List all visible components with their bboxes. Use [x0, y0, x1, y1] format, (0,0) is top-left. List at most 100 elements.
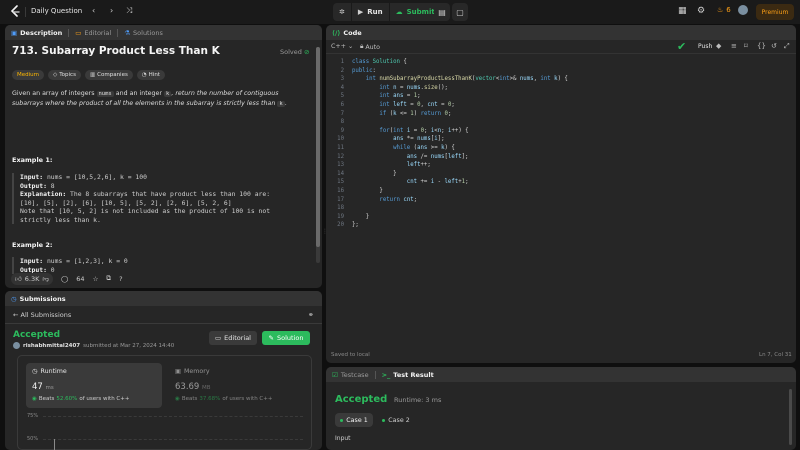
thumbs-down-icon[interactable]: 👎︎ [42, 275, 49, 283]
tab-test-result-label: Test Result [393, 370, 434, 379]
share-icon[interactable]: ⧉ [106, 274, 111, 283]
problem-title: 713. Subarray Product Less Than K [12, 45, 220, 57]
solved-status: Solved ⊘ [280, 48, 309, 56]
code-text: int n = nums.size(); [379, 84, 448, 91]
code-line[interactable]: 5 int ans = 1; [326, 92, 796, 101]
tab-editorial[interactable]: ▭ Editorial [75, 29, 111, 37]
format-icon[interactable]: ≡ [731, 42, 737, 50]
editorial-button[interactable]: ▭ Editorial [209, 331, 257, 345]
companies-tag[interactable]: ▥ Companies [84, 70, 133, 80]
code-line[interactable]: 18 [326, 204, 796, 213]
auto-mode[interactable]: 🔒︎ Auto [360, 43, 380, 51]
daily-question-title[interactable]: Daily Question [31, 7, 82, 15]
line-number: 7 [340, 110, 344, 117]
leetcode-logo-icon[interactable] [9, 5, 21, 18]
test-status: Accepted [335, 394, 388, 405]
code-line[interactable]: 14 } [326, 170, 796, 179]
input-value: nums = [10,5,2,6], k = 100 [43, 173, 147, 181]
divider [25, 7, 26, 17]
next-question-icon[interactable]: › [110, 6, 113, 15]
difficulty-badge[interactable]: Medium [12, 70, 44, 80]
line-number: 2 [340, 67, 344, 74]
check-icon: ✔ [677, 40, 687, 53]
case-1-tab[interactable]: Case 1 [335, 413, 373, 427]
code-line[interactable]: 13 left++; [326, 161, 796, 170]
building-icon: ▥ [89, 72, 96, 78]
premium-button[interactable]: Premium [756, 4, 794, 20]
avatar[interactable] [738, 5, 748, 15]
tab-solutions[interactable]: ⚗ Solutions [124, 29, 163, 37]
scrollbar-thumb[interactable] [316, 47, 320, 247]
link-icon[interactable]: ⚭ [308, 311, 314, 319]
help-icon[interactable]: ? [119, 275, 122, 283]
solution-button[interactable]: ✎ Solution [262, 331, 310, 345]
code-line[interactable]: 12 ans /= nums[left]; [326, 153, 796, 162]
shuffle-icon[interactable]: ⤨ [126, 6, 132, 16]
tab-solutions-label: Solutions [133, 28, 163, 37]
bookmark-icon[interactable]: ⌑ [744, 42, 748, 50]
notes-button[interactable]: ▤ [434, 3, 450, 21]
language-select[interactable]: C++ ⌄ [331, 43, 353, 50]
hint-tag[interactable]: ◔ Hint [136, 70, 165, 80]
streak-counter[interactable]: ♨ 6 [717, 6, 731, 14]
inline-code: nums [96, 91, 114, 97]
username[interactable]: rishabhmittal2407 [23, 343, 80, 349]
all-submissions-link[interactable]: ← All Submissions [13, 311, 71, 319]
streak-count: 6 [726, 6, 731, 14]
tab-description[interactable]: ▣ Description [11, 29, 62, 37]
code-line[interactable]: 11 while (ans >= k) { [326, 144, 796, 153]
code-line[interactable]: 9 for(int i = 0; i<n; i++) { [326, 127, 796, 136]
topics-tag[interactable]: ◇ Topics [48, 70, 81, 80]
run-button[interactable]: ▶ Run [352, 3, 389, 21]
example-1-block: Input: nums = [10,5,2,6], k = 100 Output… [12, 173, 270, 224]
submission-status: Accepted [13, 330, 61, 340]
tab-submissions[interactable]: ◷ Submissions [11, 295, 66, 303]
code-line[interactable]: 2 public: [326, 67, 796, 76]
code-text: } [352, 188, 383, 194]
comment-button[interactable]: ▢ [452, 3, 468, 21]
reset-icon[interactable]: ↺ [771, 42, 777, 50]
memory-beats-percent: 37.68% [199, 396, 221, 402]
brackets-icon[interactable]: {} [757, 42, 766, 50]
tab-test-result[interactable]: >_ Test Result [382, 371, 434, 379]
scrollbar-thumb[interactable] [789, 389, 792, 445]
beats-prefix: Beats [181, 396, 198, 402]
tab-submissions-label: Submissions [19, 294, 66, 303]
debug-button[interactable]: ✲ [333, 3, 351, 21]
code-line[interactable]: 17 return cnt; [326, 196, 796, 205]
statement-text: Given an array of integers [12, 90, 95, 97]
code-line[interactable]: 10 ans *= nums[i]; [326, 135, 796, 144]
code-line[interactable]: 8 [326, 118, 796, 127]
layout-icon[interactable]: ▦ [678, 6, 687, 16]
code-line[interactable]: 20}; [326, 221, 796, 230]
runtime-card[interactable]: ◷ Runtime 47 ms ◉ Beats 52.60% of users … [26, 363, 162, 408]
code-text: for(int i = 0; i<n; i++) { [379, 127, 469, 134]
code-line[interactable]: 15 cnt += i - left+1; [326, 178, 796, 187]
code-line[interactable]: 1 class Solution { [326, 58, 796, 67]
github-icon[interactable]: ◆ [716, 42, 721, 50]
code-line[interactable]: 16 } [326, 187, 796, 196]
code-line[interactable]: 4 int n = nums.size(); [326, 84, 796, 93]
code-text: int left = 0, cnt = 0; [379, 102, 455, 108]
chart-y-label: 75% [27, 413, 39, 419]
star-icon[interactable]: ☆ [93, 275, 99, 283]
input-label: Input: [20, 173, 44, 181]
code-line[interactable]: 6 int left = 0, cnt = 0; [326, 101, 796, 110]
runtime-value: 47 ms [32, 382, 54, 392]
push-button[interactable]: Push [698, 43, 712, 50]
comment-icon[interactable]: ◯ [61, 275, 68, 283]
code-text: } [352, 213, 370, 220]
thumbs-up-icon[interactable]: 👍︎ [15, 275, 22, 283]
prev-question-icon[interactable]: ‹ [92, 6, 95, 15]
case-2-tab[interactable]: Case 2 [378, 413, 414, 427]
gear-icon[interactable]: ⚙ [697, 6, 705, 16]
beats-suffix: of users with C++ [79, 396, 130, 402]
code-line[interactable]: 3 int numSubarrayProductLessThanK(vector… [326, 75, 796, 84]
tab-testcase[interactable]: ☑ Testcase [332, 371, 369, 379]
memory-card[interactable]: ▣ Memory 63.69 MB ◉ Beats 37.68% of user… [169, 363, 305, 408]
tab-code[interactable]: ⟨/⟩ Code [332, 29, 362, 37]
output-value: 8 [46, 181, 55, 190]
code-line[interactable]: 19 } [326, 213, 796, 222]
code-line[interactable]: 7 if (k <= 1) return 0; [326, 110, 796, 119]
expand-icon[interactable]: ⤢ [784, 42, 790, 51]
